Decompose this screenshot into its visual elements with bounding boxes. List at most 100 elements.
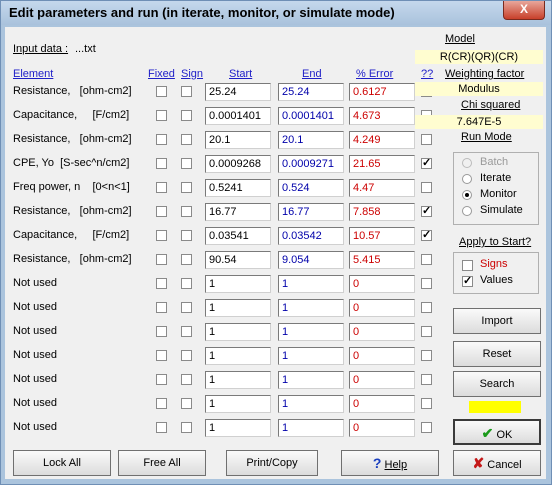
end-field[interactable]: 25.24 <box>278 83 344 101</box>
radio-iterate[interactable] <box>462 174 472 184</box>
sign-checkbox[interactable] <box>181 230 192 241</box>
fixed-checkbox[interactable] <box>156 254 167 265</box>
error-field[interactable]: 0 <box>349 323 415 341</box>
flag-checkbox[interactable] <box>421 254 432 265</box>
end-field[interactable]: 0.0009271 <box>278 155 344 173</box>
print-copy-button[interactable]: Print/Copy <box>226 450 318 476</box>
start-field[interactable]: 0.03541 <box>205 227 271 245</box>
error-field[interactable]: 0 <box>349 419 415 437</box>
flag-checkbox[interactable] <box>421 326 432 337</box>
end-field[interactable]: 1 <box>278 419 344 437</box>
error-field[interactable]: 0 <box>349 347 415 365</box>
end-field[interactable]: 0.524 <box>278 179 344 197</box>
error-field[interactable]: 5.415 <box>349 251 415 269</box>
values-checkbox[interactable]: ✓ <box>462 276 473 287</box>
end-field[interactable]: 1 <box>278 275 344 293</box>
error-field[interactable]: 4.673 <box>349 107 415 125</box>
start-field[interactable]: 1 <box>205 371 271 389</box>
start-field[interactable]: 0.0001401 <box>205 107 271 125</box>
sign-checkbox[interactable] <box>181 86 192 97</box>
fixed-checkbox[interactable] <box>156 182 167 193</box>
error-field[interactable]: 7.858 <box>349 203 415 221</box>
flag-checkbox[interactable] <box>421 398 432 409</box>
end-field[interactable]: 20.1 <box>278 131 344 149</box>
flag-checkbox[interactable] <box>421 374 432 385</box>
free-all-button[interactable]: Free All <box>118 450 206 476</box>
error-field[interactable]: 0 <box>349 371 415 389</box>
fixed-checkbox[interactable] <box>156 134 167 145</box>
end-field[interactable]: 16.77 <box>278 203 344 221</box>
end-field[interactable]: 9.054 <box>278 251 344 269</box>
flag-checkbox[interactable] <box>421 350 432 361</box>
start-field[interactable]: 1 <box>205 323 271 341</box>
sign-checkbox[interactable] <box>181 278 192 289</box>
flag-checkbox[interactable] <box>421 134 432 145</box>
end-field[interactable]: 1 <box>278 371 344 389</box>
signs-checkbox[interactable] <box>462 260 473 271</box>
fixed-checkbox[interactable] <box>156 422 167 433</box>
radio-simulate[interactable] <box>462 206 472 216</box>
sign-checkbox[interactable] <box>181 374 192 385</box>
radio-batch[interactable] <box>462 158 472 168</box>
fixed-checkbox[interactable] <box>156 374 167 385</box>
flag-checkbox[interactable]: ✓ <box>421 206 432 217</box>
flag-checkbox[interactable] <box>421 182 432 193</box>
end-field[interactable]: 1 <box>278 299 344 317</box>
sign-checkbox[interactable] <box>181 422 192 433</box>
end-field[interactable]: 0.0001401 <box>278 107 344 125</box>
fixed-checkbox[interactable] <box>156 110 167 121</box>
sign-checkbox[interactable] <box>181 110 192 121</box>
start-field[interactable]: 1 <box>205 347 271 365</box>
end-field[interactable]: 0.03542 <box>278 227 344 245</box>
sign-checkbox[interactable] <box>181 254 192 265</box>
flag-checkbox[interactable] <box>421 278 432 289</box>
error-field[interactable]: 0.6127 <box>349 83 415 101</box>
flag-checkbox[interactable] <box>421 422 432 433</box>
start-field[interactable]: 1 <box>205 275 271 293</box>
title-bar[interactable]: Edit parameters and run (in iterate, mon… <box>1 1 551 25</box>
fixed-checkbox[interactable] <box>156 206 167 217</box>
help-button[interactable]: ? Help <box>341 450 439 476</box>
start-field[interactable]: 90.54 <box>205 251 271 269</box>
end-field[interactable]: 1 <box>278 323 344 341</box>
flag-checkbox[interactable]: ✓ <box>421 230 432 241</box>
flag-checkbox[interactable] <box>421 302 432 313</box>
error-field[interactable]: 0 <box>349 275 415 293</box>
reset-button[interactable]: Reset <box>453 341 541 367</box>
close-button[interactable]: X <box>503 1 545 20</box>
error-field[interactable]: 0 <box>349 299 415 317</box>
sign-checkbox[interactable] <box>181 134 192 145</box>
fixed-checkbox[interactable] <box>156 326 167 337</box>
start-field[interactable]: 1 <box>205 395 271 413</box>
sign-checkbox[interactable] <box>181 302 192 313</box>
fixed-checkbox[interactable] <box>156 398 167 409</box>
cancel-button[interactable]: ✘ Cancel <box>453 450 541 476</box>
start-field[interactable]: 0.0009268 <box>205 155 271 173</box>
error-field[interactable]: 0 <box>349 395 415 413</box>
fixed-checkbox[interactable] <box>156 86 167 97</box>
sign-checkbox[interactable] <box>181 326 192 337</box>
sign-checkbox[interactable] <box>181 350 192 361</box>
error-field[interactable]: 10.57 <box>349 227 415 245</box>
sign-checkbox[interactable] <box>181 158 192 169</box>
start-field[interactable]: 25.24 <box>205 83 271 101</box>
fixed-checkbox[interactable] <box>156 158 167 169</box>
sign-checkbox[interactable] <box>181 182 192 193</box>
end-field[interactable]: 1 <box>278 347 344 365</box>
radio-monitor[interactable] <box>462 190 472 200</box>
lock-all-button[interactable]: Lock All <box>13 450 111 476</box>
start-field[interactable]: 1 <box>205 419 271 437</box>
start-field[interactable]: 1 <box>205 299 271 317</box>
ok-button[interactable]: ✔ OK <box>453 419 541 445</box>
import-button[interactable]: Import <box>453 308 541 334</box>
end-field[interactable]: 1 <box>278 395 344 413</box>
flag-checkbox[interactable]: ✓ <box>421 158 432 169</box>
start-field[interactable]: 16.77 <box>205 203 271 221</box>
error-field[interactable]: 21.65 <box>349 155 415 173</box>
search-button[interactable]: Search <box>453 371 541 397</box>
fixed-checkbox[interactable] <box>156 230 167 241</box>
start-field[interactable]: 0.5241 <box>205 179 271 197</box>
fixed-checkbox[interactable] <box>156 350 167 361</box>
error-field[interactable]: 4.47 <box>349 179 415 197</box>
sign-checkbox[interactable] <box>181 206 192 217</box>
